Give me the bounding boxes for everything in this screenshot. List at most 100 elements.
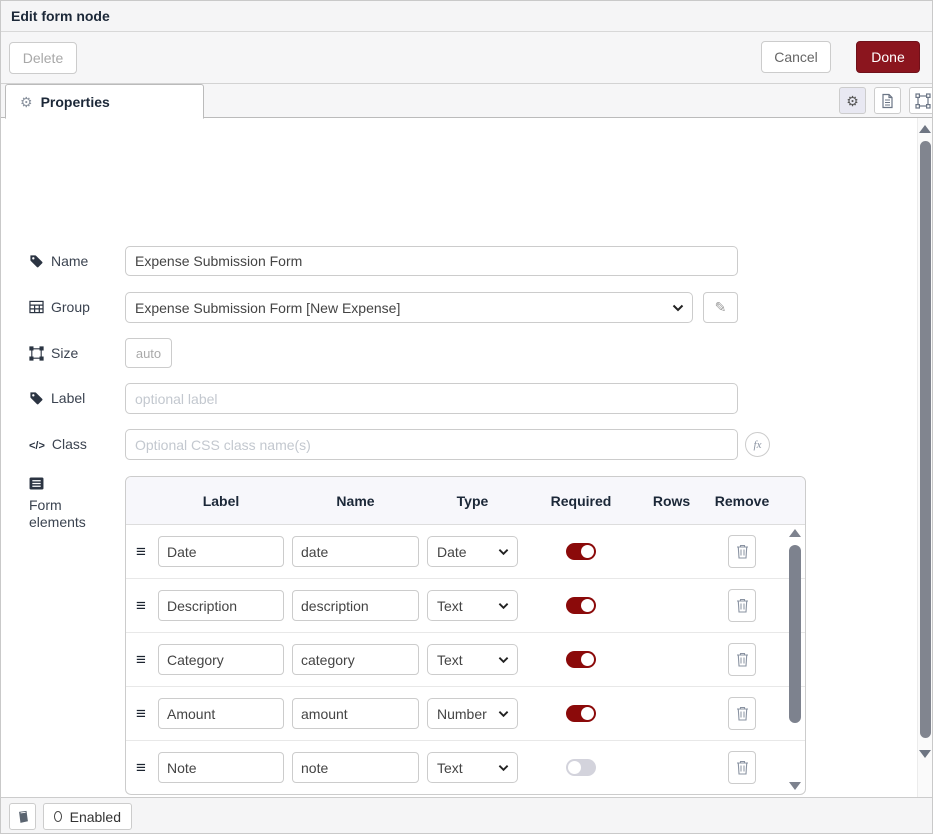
required-toggle[interactable] <box>566 705 596 722</box>
dialog-title: Edit form node <box>11 8 110 24</box>
remove-element-button[interactable] <box>728 535 756 568</box>
name-input[interactable] <box>125 246 738 276</box>
remove-element-button[interactable] <box>728 751 756 784</box>
label-label: Label <box>51 390 85 407</box>
drag-handle-icon[interactable]: ≡ <box>132 542 150 562</box>
element-row: ≡ Date <box>126 525 805 579</box>
description-doc-button[interactable] <box>874 87 901 114</box>
remove-element-button[interactable] <box>728 643 756 676</box>
panel-scrollbar-thumb[interactable] <box>920 141 931 738</box>
class-expression-button[interactable]: fx <box>745 432 770 457</box>
element-type-select[interactable]: Date <box>427 536 518 567</box>
table-icon <box>29 300 44 314</box>
properties-panel: Name Group Expense Submission Form [New … <box>1 118 919 799</box>
tag-icon <box>29 391 44 406</box>
element-type-select[interactable]: Number <box>427 698 518 729</box>
drag-handle-icon[interactable]: ≡ <box>132 596 150 616</box>
remove-element-button[interactable] <box>728 589 756 622</box>
element-type-select[interactable]: Text <box>427 752 518 783</box>
class-input[interactable] <box>125 429 738 460</box>
edit-form-node-dialog: Edit form node Delete Cancel Done ⚙ Prop… <box>0 0 933 834</box>
elements-table-header: Label Name Type Required Rows Remove <box>126 477 805 525</box>
tab-icon-group: ⚙ <box>839 87 933 114</box>
element-type-select[interactable]: Text <box>427 644 518 675</box>
element-row: ≡ Number <box>126 687 805 741</box>
element-label-input[interactable] <box>158 536 284 567</box>
scroll-down-icon[interactable] <box>789 782 801 790</box>
dialog-toolbar: Delete Cancel Done <box>1 32 932 84</box>
node-help-button[interactable] <box>9 803 36 830</box>
element-label-input[interactable] <box>158 644 284 675</box>
tab-properties-label: Properties <box>41 94 110 110</box>
element-type-select-wrap: Text <box>427 752 518 783</box>
drag-handle-icon[interactable]: ≡ <box>132 758 150 778</box>
status-circle-icon <box>54 811 62 822</box>
form-elements-label: Form elements <box>29 497 115 531</box>
element-name-input[interactable] <box>292 752 419 783</box>
delete-button[interactable]: Delete <box>9 42 77 74</box>
element-row: ≡ Text <box>126 633 805 687</box>
class-field-label-row: </> Class <box>29 436 87 455</box>
element-type-select[interactable]: Text <box>427 590 518 621</box>
element-name-input[interactable] <box>292 644 419 675</box>
properties-gear-button[interactable]: ⚙ <box>839 87 866 114</box>
scroll-up-icon[interactable] <box>919 125 931 133</box>
scroll-up-icon[interactable] <box>789 529 801 537</box>
form-elements-label-row: Form elements <box>29 476 115 531</box>
table-scrollbar-thumb[interactable] <box>789 545 801 723</box>
edit-group-button[interactable]: ✎ <box>703 292 738 323</box>
node-enabled-toggle[interactable]: Enabled <box>43 803 132 830</box>
object-size-icon <box>29 346 44 361</box>
label-field-label-row: Label <box>29 390 85 407</box>
scroll-down-icon[interactable] <box>919 750 931 758</box>
element-name-input[interactable] <box>292 536 419 567</box>
col-header-type: Type <box>427 493 518 509</box>
group-label: Group <box>51 299 90 316</box>
element-name-input[interactable] <box>292 590 419 621</box>
trash-icon <box>736 706 749 721</box>
remove-element-button[interactable] <box>728 697 756 730</box>
dialog-footer: Enabled <box>1 797 932 833</box>
drag-handle-icon[interactable]: ≡ <box>132 704 150 724</box>
element-label-input[interactable] <box>158 752 284 783</box>
group-select[interactable]: Expense Submission Form [New Expense] <box>125 292 693 323</box>
element-label-input[interactable] <box>158 698 284 729</box>
size-auto-button[interactable]: auto <box>125 338 172 368</box>
required-toggle[interactable] <box>566 651 596 668</box>
required-toggle[interactable] <box>566 759 596 776</box>
table-scrollbar[interactable] <box>788 529 802 790</box>
element-type-select-wrap: Date <box>427 536 518 567</box>
name-label: Name <box>51 253 88 270</box>
trash-icon <box>736 760 749 775</box>
tab-bar: ⚙ Properties ⚙ <box>1 84 932 118</box>
col-header-label: Label <box>158 493 284 509</box>
size-label: Size <box>51 345 78 362</box>
enabled-label: Enabled <box>70 809 121 825</box>
name-field-label-row: Name <box>29 253 88 270</box>
done-button[interactable]: Done <box>856 41 920 73</box>
panel-scrollbar[interactable] <box>917 118 932 799</box>
gear-icon: ⚙ <box>20 95 33 109</box>
trash-icon <box>736 544 749 559</box>
pencil-icon: ✎ <box>715 299 727 316</box>
gear-icon: ⚙ <box>846 94 859 108</box>
element-name-input[interactable] <box>292 698 419 729</box>
required-toggle[interactable] <box>566 597 596 614</box>
appearance-layout-button[interactable] <box>909 87 933 114</box>
trash-icon <box>736 652 749 667</box>
tag-icon <box>29 254 44 269</box>
required-toggle[interactable] <box>566 543 596 560</box>
col-header-remove: Remove <box>707 493 777 509</box>
element-type-select-wrap: Text <box>427 644 518 675</box>
tab-properties[interactable]: ⚙ Properties <box>5 84 204 119</box>
drag-handle-icon[interactable]: ≡ <box>132 650 150 670</box>
label-input[interactable] <box>125 383 738 414</box>
class-label: Class <box>52 436 87 453</box>
book-icon <box>16 810 30 824</box>
object-layout-icon <box>915 93 931 109</box>
document-icon <box>880 93 895 109</box>
trash-icon <box>736 598 749 613</box>
cancel-button[interactable]: Cancel <box>761 41 831 73</box>
group-select-wrap: Expense Submission Form [New Expense] <box>125 292 693 323</box>
element-label-input[interactable] <box>158 590 284 621</box>
